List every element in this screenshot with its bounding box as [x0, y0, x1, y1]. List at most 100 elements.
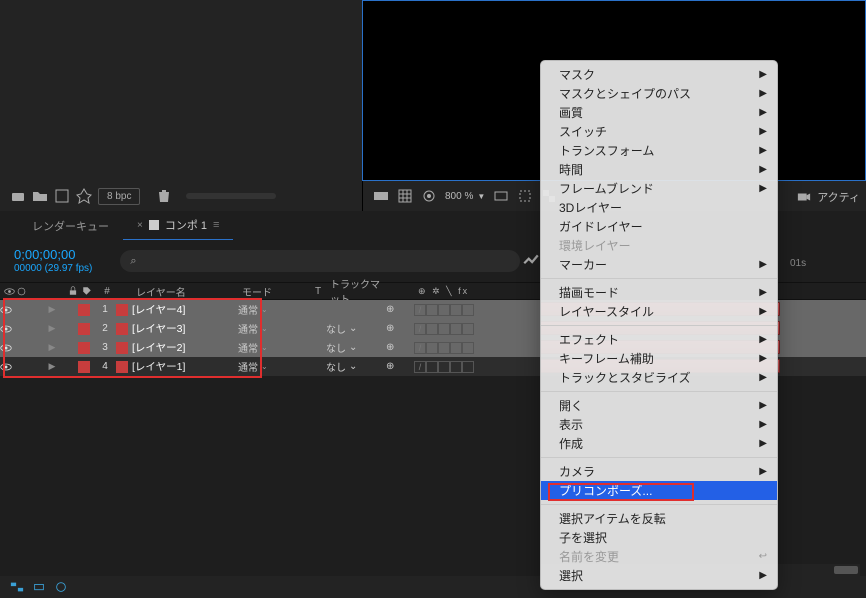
region-icon[interactable]: [517, 188, 533, 204]
chevron-down-icon: ⌄: [349, 361, 357, 372]
layer-switches[interactable]: [414, 304, 504, 316]
graph-editor-icon[interactable]: [522, 252, 540, 270]
menu-display[interactable]: 表示▶: [541, 415, 777, 434]
menu-mask-shape-path[interactable]: マスクとシェイプのパス▶: [541, 84, 777, 103]
new-comp-icon[interactable]: [54, 188, 70, 204]
menu-3d-layer[interactable]: 3Dレイヤー: [541, 198, 777, 217]
ruler-tick: 01s: [790, 258, 806, 269]
submenu-arrow-icon: ▶: [759, 287, 767, 298]
layer-color-swatch[interactable]: [78, 342, 90, 354]
visibility-toggle-icon[interactable]: [0, 342, 12, 354]
menu-keyframe-assist[interactable]: キーフレーム補助▶: [541, 349, 777, 368]
timecode[interactable]: 0;00;00;00 00000 (29.97 fps): [0, 248, 92, 274]
bin-content-icon[interactable]: [10, 188, 26, 204]
layer-search-input[interactable]: ⌕: [120, 250, 520, 272]
layer-switches[interactable]: [414, 342, 504, 354]
chevron-down-icon: ⌄: [349, 323, 357, 334]
frame-blend-toggle-icon[interactable]: [54, 580, 68, 594]
layer-context-menu: マスク▶ マスクとシェイプのパス▶ 画質▶ スイッチ▶ トランスフォーム▶ 時間…: [540, 60, 778, 590]
blend-mode-dropdown[interactable]: 通常⌄: [238, 359, 306, 374]
tab-render-queue[interactable]: レンダーキュー: [18, 212, 123, 240]
col-label-icon[interactable]: [78, 286, 94, 296]
trash-icon[interactable]: [156, 188, 172, 204]
tab-comp[interactable]: × コンポ 1 ≡: [123, 211, 233, 241]
menu-guide-layer[interactable]: ガイドレイヤー: [541, 217, 777, 236]
menu-switch[interactable]: スイッチ▶: [541, 122, 777, 141]
track-matte-dropdown[interactable]: なし⌄: [326, 321, 386, 336]
grid-icon[interactable]: [397, 188, 413, 204]
twirl-icon[interactable]: ▶: [40, 361, 64, 372]
visibility-toggle-icon[interactable]: [0, 361, 12, 373]
layer-name[interactable]: [レイヤー1]: [132, 359, 238, 374]
parent-pickwhip-icon[interactable]: ⊕: [386, 323, 394, 334]
menu-transform[interactable]: トランスフォーム▶: [541, 141, 777, 160]
active-camera-label[interactable]: アクティ: [817, 189, 860, 205]
col-lock-icon[interactable]: [64, 286, 78, 296]
toggle-switches-icon[interactable]: [10, 580, 24, 594]
layer-name[interactable]: [レイヤー3]: [132, 321, 238, 336]
menu-track-stabilize[interactable]: トラックとスタビライズ▶: [541, 368, 777, 387]
layer-switches[interactable]: [414, 361, 504, 373]
layer-color-swatch[interactable]: [78, 304, 90, 316]
shy-toggle-icon[interactable]: [32, 580, 46, 594]
zoom-dropdown[interactable]: 800 % ▼: [445, 191, 485, 202]
parent-pickwhip-icon[interactable]: ⊕: [386, 342, 394, 353]
project-zoom-slider[interactable]: [186, 193, 276, 199]
menu-camera[interactable]: カメラ▶: [541, 462, 777, 481]
twirl-icon[interactable]: ▶: [40, 342, 64, 353]
camera-view-icon[interactable]: [797, 190, 811, 204]
col-av-icon[interactable]: [12, 286, 40, 297]
folder-icon[interactable]: [32, 188, 48, 204]
parent-pickwhip-icon[interactable]: ⊕: [386, 304, 394, 315]
comp-tab-swatch: [149, 220, 159, 230]
flag-quality-icon: ╲: [446, 286, 453, 296]
layer-switches[interactable]: [414, 323, 504, 335]
col-visibility-icon[interactable]: [0, 286, 12, 297]
alpha-toggle-icon[interactable]: [373, 188, 389, 204]
frame-fps: 00000 (29.97 fps): [14, 263, 92, 275]
layer-name[interactable]: [レイヤー4]: [132, 302, 238, 317]
menu-mask[interactable]: マスク▶: [541, 65, 777, 84]
visibility-toggle-icon[interactable]: [0, 304, 12, 316]
parent-pickwhip-icon[interactable]: ⊕: [386, 361, 394, 372]
layer-color-swatch[interactable]: [78, 323, 90, 335]
layer-name[interactable]: [レイヤー2]: [132, 340, 238, 355]
return-key-icon: ↩: [759, 551, 767, 562]
scrollbar-thumb[interactable]: [834, 566, 858, 574]
flag-fx-icon: fx: [458, 286, 469, 296]
menu-draw-mode[interactable]: 描画モード▶: [541, 283, 777, 302]
blend-mode-dropdown[interactable]: 通常⌄: [238, 340, 306, 355]
submenu-arrow-icon: ▶: [759, 88, 767, 99]
menu-select-children[interactable]: 子を選択: [541, 528, 777, 547]
menu-effect[interactable]: エフェクト▶: [541, 330, 777, 349]
twirl-icon[interactable]: ▶: [40, 323, 64, 334]
resolution-icon[interactable]: [493, 188, 509, 204]
bpc-button[interactable]: 8 bpc: [98, 188, 140, 205]
menu-invert-selection[interactable]: 選択アイテムを反転: [541, 509, 777, 528]
blend-mode-dropdown[interactable]: 通常⌄: [238, 302, 306, 317]
source-color-swatch: [116, 361, 128, 373]
menu-quality[interactable]: 画質▶: [541, 103, 777, 122]
menu-time[interactable]: 時間▶: [541, 160, 777, 179]
menu-marker[interactable]: マーカー▶: [541, 255, 777, 274]
tab-menu-icon[interactable]: ≡: [213, 219, 219, 231]
menu-layer-style[interactable]: レイヤースタイル▶: [541, 302, 777, 321]
track-matte-dropdown[interactable]: なし⌄: [326, 359, 386, 374]
chevron-down-icon: ⌄: [261, 343, 268, 352]
close-icon[interactable]: ×: [137, 220, 143, 231]
menu-open[interactable]: 開く▶: [541, 396, 777, 415]
adjustment-layer-icon[interactable]: [76, 188, 92, 204]
visibility-toggle-icon[interactable]: [0, 323, 12, 335]
blend-mode-dropdown[interactable]: 通常⌄: [238, 321, 306, 336]
twirl-icon[interactable]: ▶: [40, 304, 64, 315]
menu-frame-blend[interactable]: フレームブレンド▶: [541, 179, 777, 198]
layer-color-swatch[interactable]: [78, 361, 90, 373]
menu-precompose[interactable]: プリコンポーズ...: [541, 481, 777, 500]
menu-select[interactable]: 選択▶: [541, 566, 777, 585]
menu-create[interactable]: 作成▶: [541, 434, 777, 453]
mask-toggle-icon[interactable]: [421, 188, 437, 204]
track-matte-dropdown[interactable]: なし⌄: [326, 340, 386, 355]
submenu-arrow-icon: ▶: [759, 145, 767, 156]
submenu-arrow-icon: ▶: [759, 372, 767, 383]
submenu-arrow-icon: ▶: [759, 353, 767, 364]
